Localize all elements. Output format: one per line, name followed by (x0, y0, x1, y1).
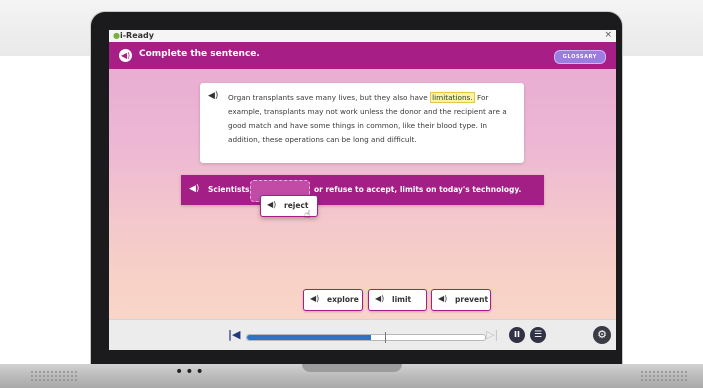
close-icon[interactable]: × (604, 30, 612, 40)
speaker-icon[interactable]: ◀) (438, 294, 447, 303)
word-choice-label: limit (392, 295, 412, 304)
page-title: Complete the sentence. (139, 49, 260, 59)
app-name: i-Ready (119, 31, 154, 40)
highlighted-word[interactable]: limitations. (430, 92, 475, 103)
speaker-icon[interactable]: ◀) (375, 294, 384, 303)
sentence-part-2: or refuse to accept, limits on today's t… (314, 185, 522, 194)
speaker-grille-left (30, 370, 78, 382)
prompt-header: ◀) Complete the sentence. GLOSSARY (109, 42, 616, 69)
app-logo: ●i-Ready (113, 31, 154, 40)
laptop-hinge-notch (302, 364, 402, 372)
progress-track[interactable] (246, 332, 486, 343)
word-choice-label: prevent (455, 295, 489, 304)
word-choice-limit[interactable]: ◀) limit (368, 289, 427, 311)
passage-text: Organ transplants save many lives, but t… (228, 91, 516, 147)
app-screen: ●i-Ready × ◀) Complete the sentence. GLO… (109, 30, 616, 350)
word-choice-prevent[interactable]: ◀) prevent (431, 289, 491, 311)
player-bar: |◀ ▷| II ☰ ⚙ (109, 319, 616, 350)
settings-button[interactable]: ⚙ (593, 326, 611, 344)
pause-button[interactable]: II (509, 327, 525, 343)
passage-text-before: Organ transplants save many lives, but t… (228, 93, 431, 102)
speaker-icon[interactable]: ◀) (208, 91, 218, 101)
glossary-button[interactable]: GLOSSARY (553, 50, 606, 64)
sentence-bar: ◀) Scientists or refuse to accept, limit… (181, 175, 544, 205)
speaker-grille-right (640, 370, 688, 382)
word-choice-label: explore (327, 295, 359, 304)
laptop-base-dots: ••• (175, 364, 206, 380)
speaker-icon[interactable]: ◀) (189, 184, 199, 194)
speaker-icon[interactable]: ◀) (267, 200, 276, 209)
skip-back-icon[interactable]: |◀ (228, 328, 240, 341)
skip-forward-icon[interactable]: ▷| (486, 328, 498, 341)
sentence-part-1: Scientists (208, 185, 250, 194)
menu-button[interactable]: ☰ (530, 327, 546, 343)
hand-cursor-icon: ☝ (304, 208, 311, 221)
passage-card: ◀) Organ transplants save many lives, bu… (200, 83, 524, 163)
word-bank: ◀) explore ◀) limit ◀) prevent (109, 289, 616, 319)
word-choice-explore[interactable]: ◀) explore (303, 289, 363, 311)
progress-fill (247, 335, 371, 340)
speaker-icon[interactable]: ◀) (310, 294, 319, 303)
speaker-icon[interactable]: ◀) (119, 49, 132, 62)
progress-marker (385, 332, 386, 343)
